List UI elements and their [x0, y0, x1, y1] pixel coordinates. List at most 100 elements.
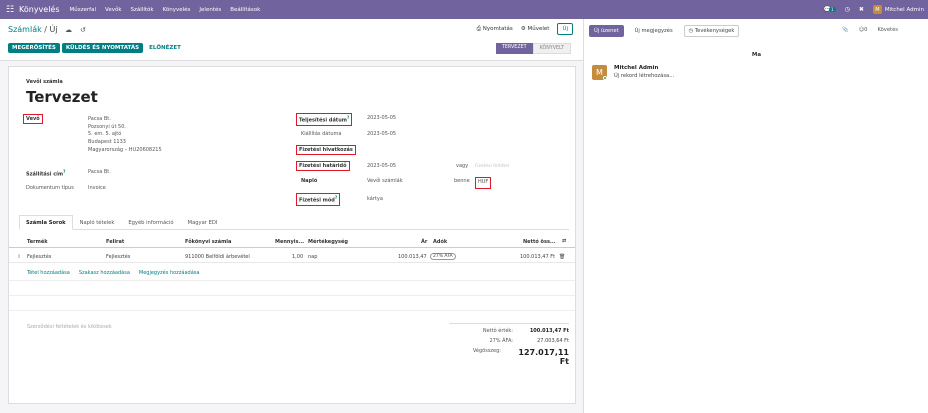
- payment-terms-input[interactable]: Fizetési feltétel: [475, 163, 509, 171]
- delivery-date-value[interactable]: 2023-05-05: [367, 115, 396, 123]
- add-line-link[interactable]: Tétel hozzáadása: [27, 270, 70, 276]
- menu-accounting[interactable]: Könyvelés: [163, 7, 191, 13]
- customer-label: Vevő: [23, 114, 43, 124]
- chat-badge: 1: [829, 7, 836, 12]
- chatter-panel: Új üzenet Új megjegyzés ◷ Tevékenységek …: [583, 19, 928, 413]
- breadcrumb-parent[interactable]: Számlák: [8, 25, 42, 34]
- online-status-icon: [603, 76, 607, 80]
- col-price[interactable]: Ár: [421, 239, 427, 245]
- total-value: 127.017,11 Ft: [518, 348, 569, 366]
- col-taxes[interactable]: Adók: [433, 239, 447, 245]
- issue-date-label: Kiállítás dátuma: [301, 131, 342, 137]
- customer-address[interactable]: Pacsa Bt. Pozsonyi út 50. 5. em. 5. ajtó…: [88, 116, 162, 155]
- doctype-value[interactable]: Invoice: [88, 185, 106, 193]
- new-record-button[interactable]: Új: [557, 23, 573, 35]
- user-menu[interactable]: M Mitchel Admin: [872, 5, 924, 14]
- terms-input[interactable]: Szerződési feltételek és kikötések: [27, 324, 112, 330]
- tools-icon[interactable]: ✖: [859, 6, 864, 13]
- tab-hungarian-edi[interactable]: Magyar EDI: [181, 215, 225, 230]
- invoice-title: Tervezet: [26, 88, 98, 106]
- empty-row-divider: [9, 280, 575, 281]
- row-quantity[interactable]: 1,00: [292, 254, 303, 260]
- col-subtotal[interactable]: Nettó öss...: [523, 239, 556, 245]
- status-posted[interactable]: KÖNYVELT: [532, 43, 571, 54]
- row-label[interactable]: Fejlesztés: [106, 254, 130, 260]
- breadcrumb-current: Új: [49, 25, 58, 34]
- column-settings-icon[interactable]: ⇄: [562, 238, 566, 244]
- follow-button[interactable]: Követés: [877, 27, 898, 33]
- net-value: 100.013,47 Ft: [529, 328, 569, 334]
- apps-grid-icon[interactable]: ☷: [4, 0, 16, 19]
- currency-field[interactable]: HUF: [475, 177, 492, 189]
- table-header: Termék Felirat Főkönyvi számla Mennyis..…: [9, 236, 575, 248]
- tax-tag[interactable]: 27% ÁFA: [430, 253, 456, 260]
- date-separator: Ma: [751, 52, 762, 58]
- app-brand[interactable]: Könyvelés: [19, 5, 60, 14]
- menu-customers[interactable]: Vevők: [105, 7, 122, 13]
- tab-invoice-lines[interactable]: Számla Sorok: [19, 215, 73, 230]
- row-subtotal: 100.013,47 Ft: [520, 254, 556, 260]
- add-note-link[interactable]: Megjegyzés hozzáadása: [139, 270, 200, 276]
- tab-other-info[interactable]: Egyéb információ: [121, 215, 180, 230]
- vat-value: 27.003,64 Ft: [537, 338, 569, 344]
- col-label[interactable]: Felirat: [106, 239, 124, 245]
- status-bar: TERVEZET KÖNYVELT: [495, 43, 571, 54]
- followers-button[interactable]: ☺0: [859, 27, 868, 33]
- top-navbar: ☷ Könyvelés Műszerfal Vevők Szállítók Kö…: [0, 0, 928, 19]
- payment-ref-label: Fizetési hivatkozás: [296, 145, 356, 155]
- empty-row-divider: [9, 295, 575, 296]
- row-uom[interactable]: nap: [308, 254, 317, 260]
- row-account[interactable]: 911000 Belföldi árbevétel: [185, 254, 250, 260]
- status-draft[interactable]: TERVEZET: [495, 43, 533, 54]
- cloud-save-icon[interactable]: ☁: [65, 26, 72, 34]
- col-uom[interactable]: Mértékegység: [308, 239, 348, 245]
- col-product[interactable]: Termék: [27, 239, 48, 245]
- gear-icon: ⚙: [520, 26, 526, 32]
- doctype-label: Dokumentum típus: [26, 185, 74, 191]
- new-message-button[interactable]: Új üzenet: [589, 25, 624, 37]
- menu-reporting[interactable]: Jelentés: [199, 7, 221, 13]
- menu-vendors[interactable]: Szállítók: [131, 7, 154, 13]
- message-author[interactable]: Mitchel Admin: [614, 65, 658, 71]
- table-row[interactable]: ⇕ Fejlesztés Fejlesztés 911000 Belföldi …: [9, 251, 575, 263]
- discard-icon[interactable]: ↺: [80, 26, 86, 34]
- send-print-button[interactable]: KÜLDÉS ÉS NYOMTATÁS: [61, 43, 144, 53]
- menu-settings[interactable]: Beállítások: [230, 7, 260, 13]
- notebook-tabs: Számla Sorok Napló tételek Egyéb informá…: [19, 215, 569, 230]
- col-account[interactable]: Főkönyvi számla: [185, 239, 231, 245]
- clock-icon[interactable]: ◷: [845, 6, 850, 13]
- shipping-value[interactable]: Pacsa Bt.: [88, 169, 111, 177]
- row-product[interactable]: Fejlesztés: [27, 254, 51, 260]
- activities-button[interactable]: ◷ Tevékenységek: [683, 25, 740, 37]
- total-label: Végösszeg:: [472, 348, 501, 354]
- journal-label: Napló: [301, 178, 318, 184]
- preview-button[interactable]: ELŐNÉZET: [145, 43, 185, 53]
- totals-box: Nettó érték: 100.013,47 Ft 27% ÁFA: 27.003…: [449, 323, 569, 370]
- invoice-type-label: Vevői számla: [26, 79, 63, 85]
- action-button[interactable]: ⚙ Művelet: [521, 26, 550, 32]
- trash-icon[interactable]: 🗑: [559, 254, 565, 260]
- row-price[interactable]: 100.013,47: [398, 254, 427, 260]
- issue-date-value[interactable]: 2023-05-05: [367, 131, 396, 139]
- drag-handle-icon[interactable]: ⇕: [17, 254, 21, 260]
- user-avatar: M: [872, 5, 882, 14]
- paperclip-icon[interactable]: 📎: [842, 27, 848, 33]
- payment-method-label: Fizetési mód?: [296, 193, 341, 206]
- payment-method-value[interactable]: kártya: [367, 196, 383, 204]
- control-panel: Számlák / Új ☁ ↺ ⎙ Nyomtatás ⚙ Művelet Ú…: [0, 19, 583, 61]
- tab-journal-items[interactable]: Napló tételek: [73, 215, 122, 230]
- col-quantity[interactable]: Mennyis...: [275, 239, 304, 245]
- chat-icon[interactable]: 💬1: [824, 6, 836, 13]
- add-section-link[interactable]: Szakasz hozzáadása: [79, 270, 130, 276]
- confirm-button[interactable]: MEGERŐSÍTÉS: [8, 43, 60, 53]
- delivery-date-label: Teljesítési dátum?: [296, 113, 353, 126]
- message-body: Új rekord létrehozása...: [614, 73, 675, 79]
- net-label: Nettó érték:: [482, 328, 513, 334]
- user-name: Mitchel Admin: [884, 6, 924, 13]
- breadcrumb: Számlák / Új: [8, 25, 58, 34]
- due-date-value[interactable]: 2023-05-05: [367, 163, 396, 171]
- new-note-button[interactable]: Új megjegyzés: [630, 25, 678, 37]
- journal-value[interactable]: Vevői számlák: [367, 178, 403, 186]
- print-button[interactable]: ⎙ Nyomtatás: [477, 26, 513, 33]
- menu-dashboard[interactable]: Műszerfal: [70, 7, 96, 13]
